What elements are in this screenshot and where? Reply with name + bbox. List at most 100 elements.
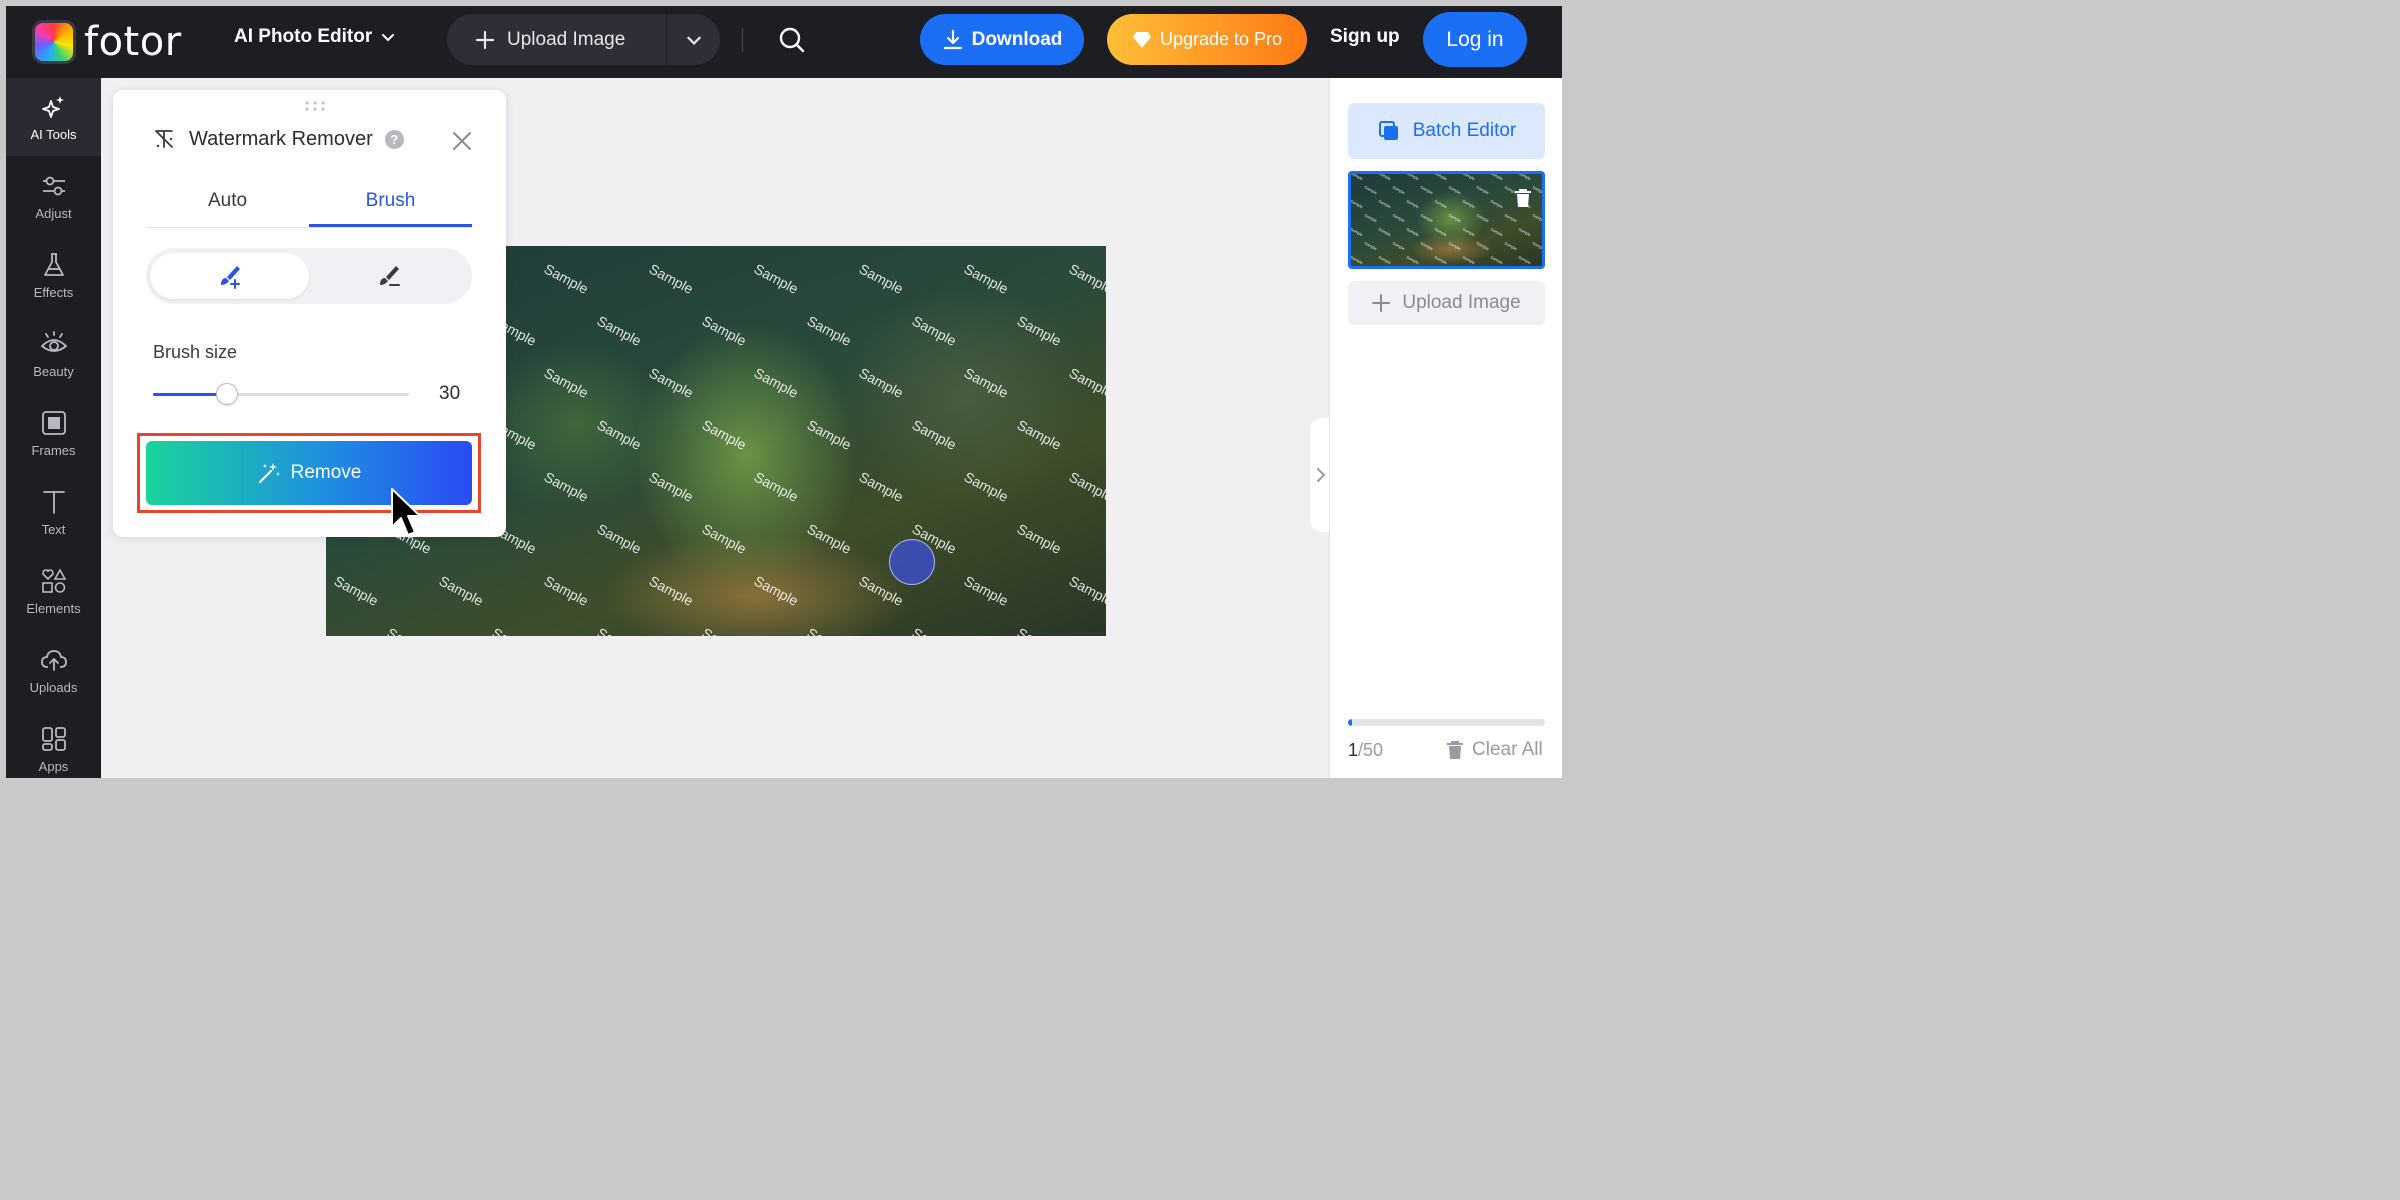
mode-tabs: Auto Brush bbox=[146, 182, 472, 228]
watermark-text: Sample bbox=[910, 417, 960, 454]
mouse-pointer-icon bbox=[391, 488, 421, 536]
ai-photo-editor-menu[interactable]: AI Photo Editor bbox=[234, 26, 396, 48]
watermark-text: Sample bbox=[595, 625, 645, 636]
sidebar-item-text[interactable]: Text bbox=[6, 473, 101, 551]
sidebar-item-elements[interactable]: Elements bbox=[6, 552, 101, 630]
batch-editor-label: Batch Editor bbox=[1412, 120, 1517, 141]
tab-brush[interactable]: Brush bbox=[309, 182, 472, 227]
brush-erase-button[interactable] bbox=[309, 253, 468, 299]
slider-thumb[interactable] bbox=[216, 383, 239, 405]
brush-size-slider[interactable] bbox=[153, 383, 409, 405]
sidebar-item-apps[interactable]: Apps bbox=[6, 710, 101, 778]
sidebar-item-adjust[interactable]: Adjust bbox=[6, 157, 101, 235]
watermark-text: Sample bbox=[1476, 212, 1491, 223]
shapes-icon bbox=[41, 567, 66, 593]
watermark-text: Sample bbox=[805, 625, 855, 636]
watermark-text: Sample bbox=[700, 521, 750, 558]
watermark-text: Sample bbox=[1518, 254, 1533, 265]
watermark-text: Sample bbox=[1448, 212, 1463, 223]
apps-icon bbox=[41, 726, 66, 751]
watermark-text: Sample bbox=[1067, 469, 1106, 506]
watermark-text: Sample bbox=[1504, 212, 1519, 223]
sidebar-item-label: Frames bbox=[31, 442, 76, 458]
watermark-text: Sample bbox=[752, 469, 802, 506]
brush-add-button[interactable] bbox=[150, 253, 309, 299]
watermark-text: Sample bbox=[1448, 268, 1463, 269]
text-icon bbox=[42, 490, 65, 514]
divider bbox=[742, 28, 743, 52]
sign-up-link[interactable]: Sign up bbox=[1330, 26, 1400, 48]
upload-image-secondary-button[interactable]: Upload Image bbox=[1348, 281, 1545, 325]
image-thumbnail[interactable]: Sample Sample Sample Sample Sample Sample Samp… bbox=[1348, 171, 1545, 269]
close-icon[interactable] bbox=[451, 130, 473, 152]
watermark-text: Sample bbox=[1364, 268, 1379, 269]
download-icon bbox=[943, 29, 962, 49]
sidebar-item-label: Elements bbox=[26, 600, 81, 616]
watermark-text: Sample bbox=[752, 573, 802, 610]
watermark-text: Sample bbox=[647, 469, 697, 506]
watermark-text: Sample bbox=[1518, 174, 1533, 182]
watermark-text: Sample bbox=[1434, 174, 1449, 182]
watermark-text: Sample bbox=[1448, 184, 1463, 195]
sliders-icon bbox=[42, 176, 65, 195]
brush-size-label: Brush size bbox=[153, 342, 238, 362]
download-button[interactable]: Download bbox=[920, 14, 1084, 65]
watermark-text: Sample bbox=[326, 625, 329, 636]
sidebar-item-effects[interactable]: Effects bbox=[6, 236, 101, 314]
batch-editor-button[interactable]: Batch Editor bbox=[1348, 103, 1545, 159]
chevron-right-icon bbox=[1317, 468, 1326, 482]
watermark-text: Sample bbox=[805, 313, 855, 350]
watermark-text: Sample bbox=[1434, 198, 1449, 209]
chevron-down-icon bbox=[686, 36, 701, 45]
watermark-text: Sample bbox=[1420, 268, 1435, 269]
search-icon bbox=[779, 27, 805, 53]
watermark-text: Sample bbox=[1364, 184, 1379, 195]
watermark-text: Sample bbox=[857, 469, 907, 506]
watermark-text: Sample bbox=[542, 261, 592, 298]
upload-image-button[interactable]: Upload Image bbox=[447, 14, 667, 65]
watermark-text: Sample bbox=[1351, 254, 1365, 265]
image-count-total: /50 bbox=[1358, 740, 1384, 760]
watermark-text: Sample bbox=[1476, 184, 1491, 195]
watermark-text: Sample bbox=[962, 261, 1012, 298]
plus-icon bbox=[1372, 294, 1391, 312]
fotor-logo-mark bbox=[32, 20, 76, 64]
sidebar-item-uploads[interactable]: Uploads bbox=[6, 631, 101, 709]
sidebar-item-ai-tools[interactable]: AI Tools bbox=[6, 78, 101, 156]
panel-title-text: Watermark Remover bbox=[189, 127, 373, 150]
help-icon[interactable]: ? bbox=[384, 129, 404, 149]
watermark-text: Sample bbox=[1532, 240, 1545, 251]
trash-icon[interactable] bbox=[1514, 188, 1532, 208]
search-button[interactable] bbox=[776, 24, 808, 56]
watermark-text: Sample bbox=[1015, 625, 1065, 636]
watermark-text: Sample bbox=[1518, 226, 1533, 237]
watermark-text: Sample bbox=[1448, 240, 1463, 251]
clear-all-button[interactable]: Clear All bbox=[1446, 739, 1543, 761]
sidebar-item-frames[interactable]: Frames bbox=[6, 394, 101, 472]
watermark-text: Sample bbox=[1462, 226, 1477, 237]
watermark-text: Sample bbox=[1532, 268, 1545, 269]
upload-options-dropdown[interactable] bbox=[667, 14, 720, 65]
image-count-current: 1 bbox=[1348, 740, 1359, 760]
watermark-text: Sample bbox=[1434, 254, 1449, 265]
watermark-text: Sample bbox=[1462, 198, 1477, 209]
brush-add-icon bbox=[220, 266, 240, 289]
progress-fill bbox=[1348, 719, 1352, 726]
remove-label: Remove bbox=[290, 462, 362, 483]
sidebar-item-beauty[interactable]: Beauty bbox=[6, 315, 101, 393]
magic-wand-icon bbox=[258, 463, 280, 484]
watermark-text: Sample bbox=[1364, 212, 1379, 223]
fotor-logo[interactable]: fotor bbox=[32, 18, 182, 66]
image-count: 1/50 bbox=[1348, 740, 1383, 761]
logo-text: fotor bbox=[84, 19, 182, 65]
tab-auto[interactable]: Auto bbox=[146, 182, 309, 227]
sidebar-item-label: Beauty bbox=[33, 363, 74, 379]
watermark-text: Sample bbox=[1392, 184, 1407, 195]
drag-handle-icon[interactable] bbox=[304, 100, 326, 112]
log-in-button[interactable]: Log in bbox=[1423, 12, 1527, 67]
watermark-text: Sample bbox=[1378, 174, 1393, 182]
watermark-text: Sample bbox=[647, 365, 697, 402]
upgrade-to-pro-button[interactable]: Upgrade to Pro bbox=[1107, 14, 1307, 65]
diamond-icon bbox=[1132, 31, 1151, 48]
image-count-progress bbox=[1348, 719, 1545, 726]
